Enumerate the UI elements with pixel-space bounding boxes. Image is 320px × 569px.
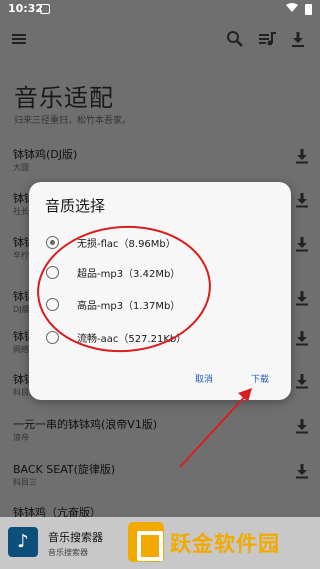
quality-option-flac[interactable]: 无损-flac（8.96Mb） (43, 230, 273, 256)
song-artist: DJ晨 (13, 305, 30, 314)
download-icon[interactable] (294, 290, 310, 306)
download-icon[interactable] (294, 330, 310, 346)
radio-button[interactable] (46, 331, 59, 344)
download-icon[interactable] (294, 148, 310, 164)
radio-button[interactable] (46, 236, 59, 249)
quality-option-label: 无损-flac（8.96Mb） (77, 239, 176, 250)
song-title: BACK SEAT(旋律版) (13, 463, 116, 476)
toolbar (0, 18, 320, 60)
song-title: 钵钵鸡(DJ版) (13, 148, 78, 161)
song-title: 一元一串的钵钵鸡(浪帝V1版) (13, 418, 158, 431)
notification-icon (40, 4, 50, 14)
radio-button[interactable] (46, 298, 59, 311)
playlist-icon[interactable] (256, 28, 278, 50)
quality-dialog: 音质选择 无损-flac（8.96Mb） 超品-mp3（3.42Mb） 高品-m… (29, 182, 291, 400)
download-icon[interactable] (294, 236, 310, 252)
watermark-text: 跃金软件园 (170, 532, 280, 556)
player-title: 音乐搜索器 (48, 531, 103, 544)
dialog-title: 音质选择 (45, 197, 106, 215)
song-artist: 科目三 (13, 478, 37, 487)
download-icon[interactable] (294, 463, 310, 479)
cancel-button[interactable]: 取消 (195, 372, 213, 385)
list-item[interactable]: 钵钵鸡(DJ版) 大圆 (0, 142, 320, 186)
page-subtitle: 归来三径重扫，松竹本吾家。 (14, 116, 132, 126)
quality-option-mp3[interactable]: 高品-mp3（1.37Mb） (43, 292, 273, 318)
song-artist: 网络 (13, 345, 29, 354)
download-icon[interactable] (294, 418, 310, 434)
quality-option-aac[interactable]: 流畅-aac（527.21Kb） (43, 325, 273, 351)
status-time: 10:32 (8, 2, 44, 15)
list-item[interactable]: 一元一串的钵钵鸡(浪帝V1版) 浪帝 (0, 412, 320, 456)
status-bar: 10:32 (0, 0, 320, 18)
quality-option-label: 超品-mp3（3.42Mb） (77, 269, 181, 280)
download-button[interactable]: 下载 (251, 372, 269, 385)
search-icon[interactable] (224, 28, 246, 50)
battery-icon (305, 4, 312, 15)
download-icon[interactable] (294, 373, 310, 389)
list-item[interactable]: BACK SEAT(旋律版) 科目三 (0, 457, 320, 501)
radio-button[interactable] (46, 266, 59, 279)
quality-option-mp3-high[interactable]: 超品-mp3（3.42Mb） (43, 260, 273, 286)
quality-option-label: 高品-mp3（1.37Mb） (77, 301, 181, 312)
song-artist: 科目 (13, 388, 29, 397)
player-subtitle: 音乐搜索器 (48, 548, 88, 557)
watermark: 跃金软件园 (128, 519, 318, 567)
song-artist: 辛柠 (13, 251, 29, 260)
menu-icon[interactable] (8, 28, 30, 50)
download-icon[interactable] (294, 192, 310, 208)
music-note-icon: ♪ (8, 527, 38, 557)
song-artist: 社长 (13, 207, 29, 216)
song-artist: 大圆 (13, 163, 29, 172)
wifi-icon (286, 3, 298, 16)
song-artist: 浪帝 (13, 433, 29, 442)
download-icon[interactable] (287, 28, 309, 50)
page-title: 音乐适配 (14, 84, 114, 112)
watermark-logo-icon (128, 522, 164, 562)
quality-option-label: 流畅-aac（527.21Kb） (77, 334, 187, 345)
